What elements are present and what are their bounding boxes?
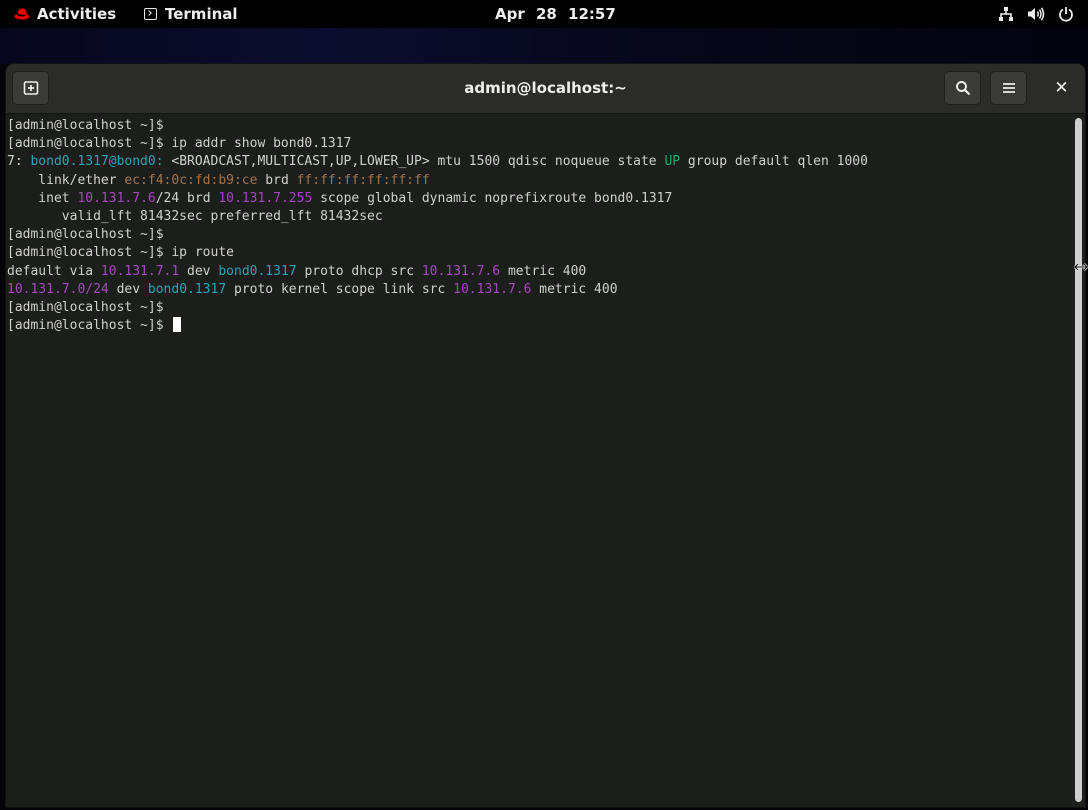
- activities-label: Activities: [37, 5, 117, 23]
- terminal-text: 10.131.7.1: [100, 263, 180, 279]
- terminal-text: 7:: [7, 154, 31, 170]
- terminal-text: proto dhcp src: [296, 263, 422, 279]
- top-bar: Activities Terminal Apr 28 12:57: [0, 0, 1088, 28]
- terminal-text: 10.131.7.0/24: [7, 281, 109, 297]
- terminal-text: default via: [7, 263, 101, 279]
- terminal-text: scope global dynamic noprefixroute bond0…: [312, 190, 673, 206]
- terminal-text: link/ether: [7, 172, 125, 188]
- desktop-background: [0, 28, 1088, 64]
- clock[interactable]: Apr 28 12:57: [495, 0, 616, 28]
- system-tray[interactable]: [998, 0, 1074, 28]
- terminal-text: ff:ff:ff:ff:ff:ff: [296, 172, 430, 188]
- terminal-text: metric 400: [500, 263, 587, 279]
- terminal-line: [admin@localhost ~]$ ip route: [7, 244, 868, 262]
- hamburger-menu-icon: [1002, 83, 1015, 93]
- terminal-line: [admin@localhost ~]$: [7, 317, 868, 335]
- terminal-text: inet: [7, 190, 78, 206]
- terminal-line: [admin@localhost ~]$: [7, 226, 868, 244]
- terminal-text: UP: [664, 154, 681, 170]
- terminal-text: ec:f4:0c:fd:b9:ce: [124, 172, 258, 188]
- search-icon: [955, 81, 970, 96]
- app-menu-label: Terminal: [165, 5, 238, 23]
- terminal-text: 10.131.7.6: [77, 190, 156, 206]
- activities-button[interactable]: Activities: [14, 0, 116, 28]
- terminal-text: valid_lft 81432sec preferred_lft 81432se…: [7, 208, 383, 224]
- terminal-text: bond0.1317@bond0:: [30, 154, 164, 170]
- terminal-text: dev: [108, 281, 148, 297]
- terminal-lines: [admin@localhost ~]$ [admin@localhost ~]…: [7, 117, 868, 335]
- terminal-line: [admin@localhost ~]$: [7, 117, 868, 135]
- resize-cursor-icon: [1074, 263, 1088, 271]
- search-button[interactable]: [944, 71, 981, 105]
- terminal-line: default via 10.131.7.1 dev bond0.1317 pr…: [7, 263, 868, 281]
- terminal-line: 7: bond0.1317@bond0: <BROADCAST,MULTICAS…: [7, 153, 868, 171]
- terminal-text: bond0.1317: [218, 263, 297, 279]
- terminal-line: inet 10.131.7.6/24 brd 10.131.7.255 scop…: [7, 190, 868, 208]
- terminal-text: group default qlen 1000: [680, 154, 868, 170]
- window-headerbar[interactable]: admin@localhost:~ ✕: [6, 64, 1085, 114]
- redhat-logo-icon: [14, 8, 30, 20]
- text-cursor: [173, 317, 182, 333]
- menu-button[interactable]: [990, 71, 1027, 105]
- terminal-text: /24 brd: [155, 190, 219, 206]
- terminal-text: <BROADCAST,MULTICAST,UP,LOWER_UP> mtu 15…: [163, 154, 665, 170]
- terminal-text: 10.131.7.6: [453, 281, 532, 297]
- network-icon: [999, 7, 1013, 21]
- terminal-line: link/ether ec:f4:0c:fd:b9:ce brd ff:ff:f…: [7, 172, 868, 190]
- terminal-text: brd: [257, 172, 297, 188]
- scrollbar-thumb[interactable]: [1075, 118, 1082, 802]
- terminal-text: dev: [179, 263, 219, 279]
- terminal-app-icon: [144, 8, 157, 20]
- scrollbar[interactable]: [1072, 114, 1085, 807]
- window-title: admin@localhost:~: [464, 79, 627, 97]
- terminal-line: valid_lft 81432sec preferred_lft 81432se…: [7, 208, 868, 226]
- terminal-window: admin@localhost:~ ✕ [admin@localhost ~]$…: [6, 64, 1085, 807]
- terminal-text: [admin@localhost ~]$: [7, 299, 172, 315]
- terminal-line: [admin@localhost ~]$ ip addr show bond0.…: [7, 135, 868, 153]
- terminal-text: bond0.1317: [147, 281, 227, 297]
- app-menu-button[interactable]: Terminal: [144, 0, 238, 28]
- terminal-text: [admin@localhost ~]$ ip route: [7, 245, 234, 261]
- terminal-text: [admin@localhost ~]$: [7, 118, 172, 133]
- volume-icon: [1028, 7, 1045, 21]
- close-icon: ✕: [1054, 78, 1069, 98]
- terminal-text: [admin@localhost ~]$ ip addr show bond0.…: [7, 136, 352, 152]
- terminal-text: [admin@localhost ~]$: [7, 227, 172, 243]
- terminal-text: [admin@localhost ~]$: [7, 318, 172, 334]
- terminal-text: 10.131.7.6: [421, 263, 501, 279]
- close-button[interactable]: ✕: [1043, 71, 1080, 105]
- terminal-text: 10.131.7.255: [218, 190, 313, 206]
- terminal-output[interactable]: [admin@localhost ~]$ [admin@localhost ~]…: [6, 114, 1072, 807]
- terminal-line: 10.131.7.0/24 dev bond0.1317 proto kerne…: [7, 281, 868, 299]
- terminal-line: [admin@localhost ~]$: [7, 299, 868, 317]
- power-icon: [1059, 7, 1073, 22]
- terminal-text: proto kernel scope link src: [226, 281, 454, 297]
- terminal-text: metric 400: [531, 281, 618, 297]
